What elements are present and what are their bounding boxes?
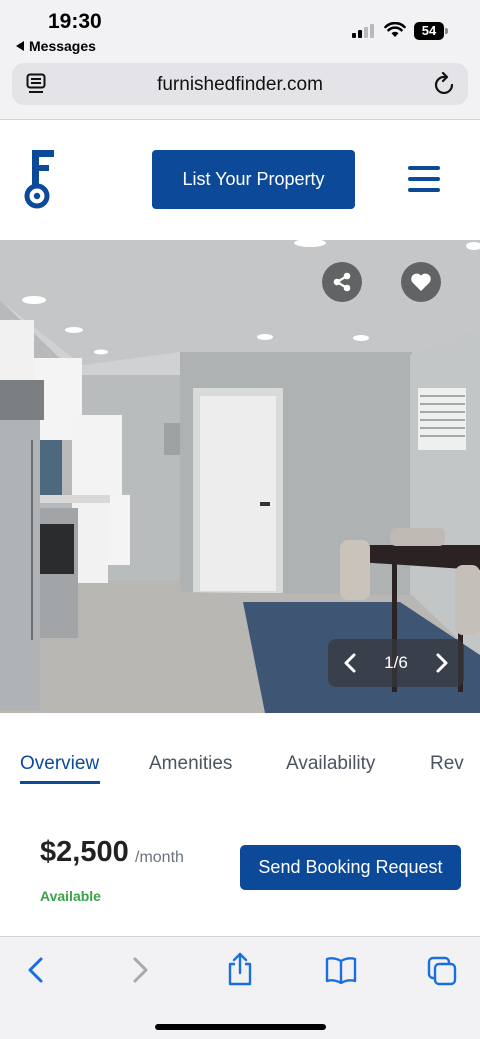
wifi-icon — [384, 22, 406, 37]
back-triangle-icon — [16, 41, 24, 51]
heart-icon — [411, 273, 431, 291]
back-app-label: Messages — [29, 38, 96, 54]
photo-pager: 1/6 — [328, 639, 464, 687]
listing-price: $2,500 — [40, 836, 129, 868]
tab-amenities[interactable]: Amenities — [149, 753, 232, 775]
tab-reviews[interactable]: Rev — [430, 753, 464, 775]
reload-icon[interactable] — [434, 72, 456, 96]
share-listing-button[interactable] — [322, 262, 362, 302]
chevron-right-icon[interactable] — [434, 652, 450, 674]
furnished-finder-logo[interactable] — [22, 148, 58, 212]
share-icon[interactable] — [225, 951, 255, 987]
bookmarks-icon[interactable] — [324, 955, 358, 985]
active-tab-indicator — [20, 781, 100, 784]
status-time: 19:30 — [48, 10, 102, 33]
browser-toolbar — [0, 936, 480, 1039]
price-period: /month — [135, 849, 184, 866]
tab-overview[interactable]: Overview — [20, 753, 99, 775]
url-text: furnishedfinder.com — [157, 74, 323, 95]
back-icon[interactable] — [24, 955, 48, 985]
back-to-app-link[interactable]: Messages — [16, 38, 96, 54]
listing-photo-gallery[interactable]: 1/6 — [0, 240, 480, 713]
home-indicator — [155, 1024, 326, 1030]
tab-availability[interactable]: Availability — [286, 753, 375, 775]
favorite-button[interactable] — [401, 262, 441, 302]
status-bar: 19:30 Messages 54 — [0, 0, 480, 58]
battery-level: 54 — [414, 22, 444, 40]
forward-icon[interactable] — [128, 955, 152, 985]
availability-status: Available — [40, 888, 101, 904]
cellular-signal-icon — [352, 24, 374, 38]
tabs-icon[interactable] — [426, 955, 458, 987]
send-booking-request-button[interactable]: Send Booking Request — [240, 845, 461, 890]
battery-cap-icon — [445, 28, 448, 34]
url-field[interactable]: furnishedfinder.com — [12, 63, 468, 105]
hamburger-icon[interactable] — [408, 166, 440, 192]
browser-address-bar: furnishedfinder.com — [0, 58, 480, 120]
listing-tabs: Overview Amenities Availability Rev — [0, 740, 480, 790]
site-header: List Your Property — [0, 120, 480, 240]
list-your-property-button[interactable]: List Your Property — [152, 150, 355, 209]
share-icon — [333, 272, 351, 292]
